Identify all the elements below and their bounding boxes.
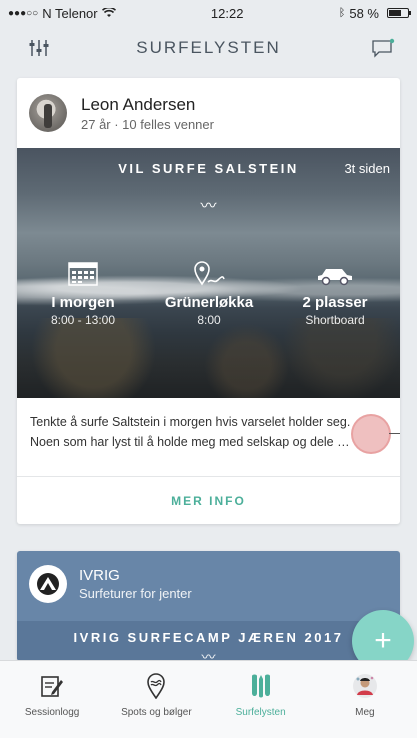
user-name: Leon Andersen (81, 94, 196, 114)
touch-indicator-line (389, 433, 400, 434)
location-pin-icon (194, 261, 225, 286)
carrier-name: N Telenor (42, 5, 98, 21)
post-card[interactable]: Leon Andersen 27 år · 10 felles venner V… (17, 78, 400, 524)
signal-strength: ●●●○○ (8, 7, 39, 19)
wave-divider-icon: 〰 (201, 649, 216, 661)
post-author[interactable]: Leon Andersen 27 år · 10 felles venner (17, 78, 400, 148)
tab-sessionlogg-label: Sessionlogg (24, 707, 80, 718)
user-meta: 27 år · 10 felles venner (81, 116, 214, 132)
detail-transport: 2 plasser Shortboard (271, 260, 399, 327)
detail-transport-label: 2 plasser (302, 294, 368, 311)
tab-meg[interactable]: Meg (313, 661, 417, 738)
post-description-line-2: Noen som har lyst til å holde meg med se… (30, 435, 350, 449)
tab-bar: Sessionlogg Spots og bølger Surfelysten (0, 660, 417, 738)
spots-icon (147, 673, 166, 699)
camp-organizer[interactable]: IVRIG Surfeturer for jenter (17, 551, 400, 603)
camp-org-name: IVRIG (79, 567, 120, 584)
status-bar: ●●●○○ N Telenor 12:22 ᛒ 58 % (0, 0, 417, 26)
chat-icon[interactable] (371, 38, 395, 58)
tab-meg-label: Meg (355, 707, 375, 718)
post-time: 3t siden (344, 161, 390, 176)
battery-percent: 58 % (349, 5, 379, 21)
detail-date-label: I morgen (51, 294, 115, 311)
battery-icon (387, 8, 411, 18)
detail-date: I morgen 8:00 - 13:00 (19, 260, 147, 327)
navbar: SURFELYSTEN (0, 26, 417, 70)
calendar-icon (68, 262, 98, 286)
touch-indicator (351, 414, 391, 454)
wave-divider-icon: 〰 (200, 198, 217, 215)
post-hero-image[interactable]: VIL SURFE SALSTEIN 3t siden 〰 I morgen 8… (17, 148, 400, 398)
detail-location-sub: 8:00 (197, 313, 221, 327)
filter-sliders-icon[interactable] (28, 38, 50, 58)
avatar[interactable] (29, 94, 67, 132)
tab-sessionlogg[interactable]: Sessionlogg (0, 661, 104, 738)
wifi-icon (101, 8, 116, 17)
page-title: SURFELYSTEN (136, 38, 281, 57)
clock: 12:22 (210, 5, 244, 21)
tab-spots-label: Spots og bølger (121, 707, 192, 718)
car-icon (318, 269, 352, 286)
detail-date-sub: 8:00 - 13:00 (50, 313, 116, 327)
camp-org-subtitle: Surfeturer for jenter (79, 586, 192, 601)
detail-transport-sub: Shortboard (305, 313, 365, 327)
bluetooth-icon: ᛒ (338, 7, 346, 19)
ivrig-logo-icon (29, 565, 67, 603)
camp-title: IVRIG SURFECAMP JÆREN 2017 (73, 630, 344, 645)
camp-card[interactable]: IVRIG Surfeturer for jenter IVRIG SURFEC… (17, 551, 400, 661)
logbook-icon (41, 676, 64, 697)
surfelysten-icon (251, 674, 270, 698)
post-description[interactable]: Tenkte å surfe Saltstein i morgen hvis v… (17, 398, 400, 476)
tab-surfelysten-label: Surfelysten (235, 707, 286, 718)
tab-spots[interactable]: Spots og bølger (104, 661, 208, 738)
post-description-line-1: Tenkte å surfe Saltstein i morgen hvis v… (30, 415, 351, 429)
detail-location-label: Grünerløkka (164, 294, 254, 311)
post-title: VIL SURFE SALSTEIN (118, 161, 299, 176)
detail-location: Grünerløkka 8:00 (145, 260, 273, 327)
tab-surfelysten[interactable]: Surfelysten (209, 661, 313, 738)
profile-icon (352, 674, 377, 698)
more-info-button[interactable]: MER INFO (17, 477, 400, 524)
